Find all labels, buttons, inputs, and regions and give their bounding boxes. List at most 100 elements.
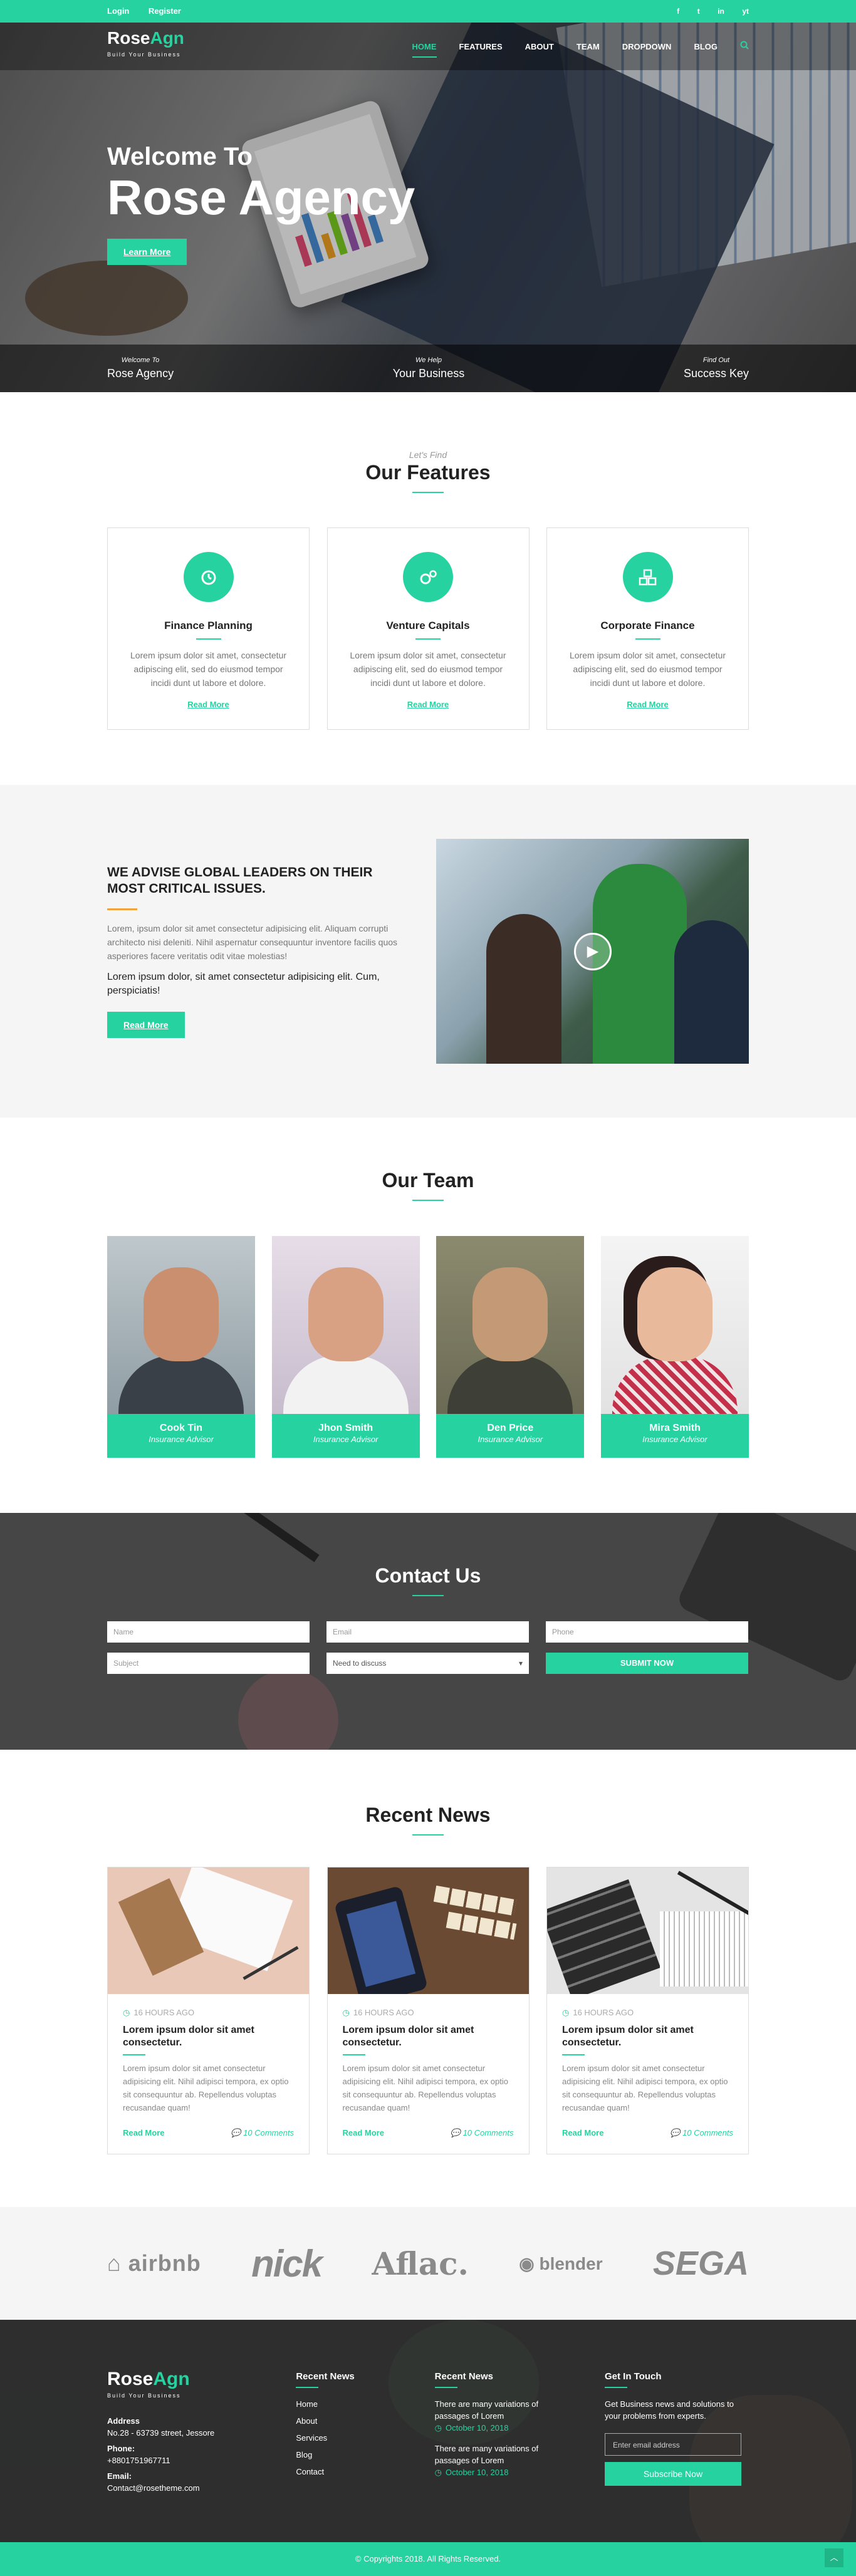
comments-link[interactable]: 💬 10 Comments — [670, 2128, 733, 2138]
main-navbar: RoseAgn Build Your Business HOME FEATURE… — [0, 23, 856, 70]
news-image[interactable] — [547, 1867, 748, 1994]
news-headline[interactable]: Lorem ipsum dolor sit amet consectetur. — [562, 2024, 733, 2049]
footer-link-about[interactable]: About — [296, 2415, 396, 2427]
discuss-select[interactable]: Need to discuss ▾ — [326, 1653, 529, 1674]
hero-text: Welcome To Rose Agency Learn More — [107, 143, 415, 265]
read-more-link[interactable]: Read More — [343, 2128, 384, 2138]
read-more-link[interactable]: Read More — [547, 700, 748, 709]
nav-home[interactable]: HOME — [412, 42, 437, 58]
clock-icon: ◷ — [342, 2008, 350, 2017]
youtube-icon[interactable]: yt — [742, 7, 749, 16]
aflac-logo[interactable]: Aflac. — [372, 2245, 469, 2282]
features-section: Let's Find Our Features Finance Planning… — [0, 392, 856, 785]
news-headline[interactable]: Lorem ipsum dolor sit amet consectetur. — [123, 2024, 294, 2049]
newsletter-email-input[interactable]: Enter email address — [604, 2433, 741, 2456]
team-title: Our Team — [382, 1169, 474, 1192]
sega-logo[interactable]: SEGA — [653, 2244, 749, 2283]
footer-news-item[interactable]: There are many variations of passages of… — [435, 2398, 566, 2422]
comments-link[interactable]: 💬 10 Comments — [231, 2128, 294, 2138]
news-image[interactable] — [108, 1867, 309, 1994]
team-member-role: Insurance Advisor — [642, 1435, 707, 1444]
brand-logo[interactable]: RoseAgn Build Your Business — [107, 29, 184, 63]
name-input[interactable]: Name — [107, 1621, 310, 1643]
subject-input[interactable]: Subject — [107, 1653, 310, 1674]
footer-logo[interactable]: RoseAgn Build Your Business — [107, 2370, 258, 2404]
team-member-card[interactable]: Den Price Insurance Advisor — [436, 1236, 585, 1458]
footer-links: Recent News Home About Services Blog Con… — [296, 2371, 396, 2494]
footer-link-home[interactable]: Home — [296, 2398, 396, 2410]
news-card: ◷ 16 HOURS AGO Lorem ipsum dolor sit amet… — [107, 1867, 310, 2154]
hero-title: Rose Agency — [107, 170, 415, 225]
newsletter-text: Get Business news and solutions to your … — [604, 2399, 734, 2421]
feature-title: Corporate Finance — [600, 620, 695, 631]
advise-strong-text: Lorem ipsum dolor, sit amet consectetur … — [107, 972, 380, 996]
airbnb-logo[interactable]: ⌂ airbnb — [107, 2250, 201, 2277]
subscribe-button[interactable]: Subscribe Now — [604, 2462, 741, 2486]
hero-strip-item[interactable]: Find Out Success Key — [684, 356, 749, 380]
submit-button[interactable]: SUBMIT NOW — [546, 1653, 748, 1674]
comments-link[interactable]: 💬 10 Comments — [451, 2128, 514, 2138]
read-more-link[interactable]: Read More — [108, 700, 309, 709]
copyright-bar: © Copyrights 2018. All Rights Reserved. … — [0, 2542, 856, 2576]
team-member-card[interactable]: Cook Tin Insurance Advisor — [107, 1236, 255, 1458]
news-image[interactable] — [327, 1867, 529, 1994]
footer-phone[interactable]: +8801751967711 — [107, 2454, 258, 2466]
team-member-photo — [436, 1236, 585, 1414]
team-member-photo — [107, 1236, 255, 1414]
main-nav: HOME FEATURES ABOUT TEAM DROPDOWN BLOG — [390, 41, 749, 58]
nav-features[interactable]: FEATURES — [459, 42, 503, 51]
phone-input[interactable]: Phone — [546, 1621, 748, 1643]
footer: RoseAgn Build Your Business Address No.2… — [0, 2320, 856, 2542]
team-member-card[interactable]: Jhon Smith Insurance Advisor — [271, 1236, 420, 1458]
clients-section: ⌂ airbnb nick Aflac. ◉ blender SEGA — [0, 2207, 856, 2320]
feature-text: Lorem ipsum dolor sit amet, consectetur … — [130, 650, 286, 688]
chevron-down-icon: ▾ — [518, 1659, 523, 1668]
features-pretitle: Let's Find — [409, 450, 447, 460]
scroll-to-top-icon[interactable]: ︿ — [825, 2548, 843, 2567]
linkedin-icon[interactable]: in — [718, 7, 724, 16]
footer-link-blog[interactable]: Blog — [296, 2449, 396, 2461]
read-more-link[interactable]: Read More — [123, 2128, 164, 2138]
blender-logo[interactable]: ◉ blender — [519, 2253, 602, 2274]
history-icon — [183, 552, 234, 602]
comment-icon: 💬 — [450, 2128, 463, 2137]
twitter-icon[interactable]: t — [697, 7, 700, 16]
team-member-name: Cook Tin — [159, 1423, 203, 1433]
register-link[interactable]: Register — [149, 6, 181, 16]
footer-link-services[interactable]: Services — [296, 2432, 396, 2444]
read-more-link[interactable]: Read More — [328, 700, 529, 709]
feature-card: Corporate Finance Lorem ipsum dolor sit … — [546, 527, 749, 730]
team-member-role: Insurance Advisor — [149, 1435, 214, 1444]
features-title: Our Features — [365, 461, 491, 484]
news-section: Recent News ◷ 16 HOURS AGO Lorem ipsum do… — [0, 1750, 856, 2207]
cubes-icon — [622, 552, 673, 602]
team-member-card[interactable]: Mira Smith Insurance Advisor — [600, 1236, 749, 1458]
footer-news-item[interactable]: There are many variations of passages of… — [435, 2443, 566, 2466]
hero-strip-item[interactable]: We Help Your Business — [393, 356, 464, 380]
footer-link-contact[interactable]: Contact — [296, 2466, 396, 2478]
news-excerpt: Lorem ipsum dolor sit amet consectetur a… — [123, 2064, 289, 2112]
read-more-link[interactable]: Read More — [562, 2128, 603, 2138]
nick-logo[interactable]: nick — [251, 2242, 323, 2285]
footer-email[interactable]: Contact@rosetheme.com — [107, 2482, 258, 2494]
news-headline[interactable]: Lorem ipsum dolor sit amet consectetur. — [343, 2024, 514, 2049]
news-excerpt: Lorem ipsum dolor sit amet consectetur a… — [342, 2064, 508, 2112]
nav-about[interactable]: ABOUT — [525, 42, 554, 51]
team-member-name: Jhon Smith — [318, 1423, 373, 1433]
play-icon[interactable]: ▶ — [574, 933, 612, 970]
nav-team[interactable]: TEAM — [577, 42, 600, 51]
facebook-icon[interactable]: f — [677, 7, 679, 16]
feature-title: Finance Planning — [164, 620, 253, 631]
search-icon[interactable] — [740, 41, 749, 53]
login-link[interactable]: Login — [107, 6, 129, 16]
hero-strip-item[interactable]: Welcome To Rose Agency — [107, 356, 174, 380]
team-member-photo — [271, 1236, 420, 1414]
clock-icon: ◷ — [562, 2008, 570, 2017]
video-thumbnail[interactable]: ▶ — [436, 839, 749, 1064]
advise-read-more-button[interactable]: Read More — [107, 1012, 185, 1038]
nav-blog[interactable]: BLOG — [694, 42, 718, 51]
footer-address: No.28 - 63739 street, Jessore — [107, 2428, 215, 2438]
email-input[interactable]: Email — [326, 1621, 529, 1643]
nav-dropdown[interactable]: DROPDOWN — [622, 42, 672, 51]
learn-more-button[interactable]: Learn More — [107, 239, 187, 265]
